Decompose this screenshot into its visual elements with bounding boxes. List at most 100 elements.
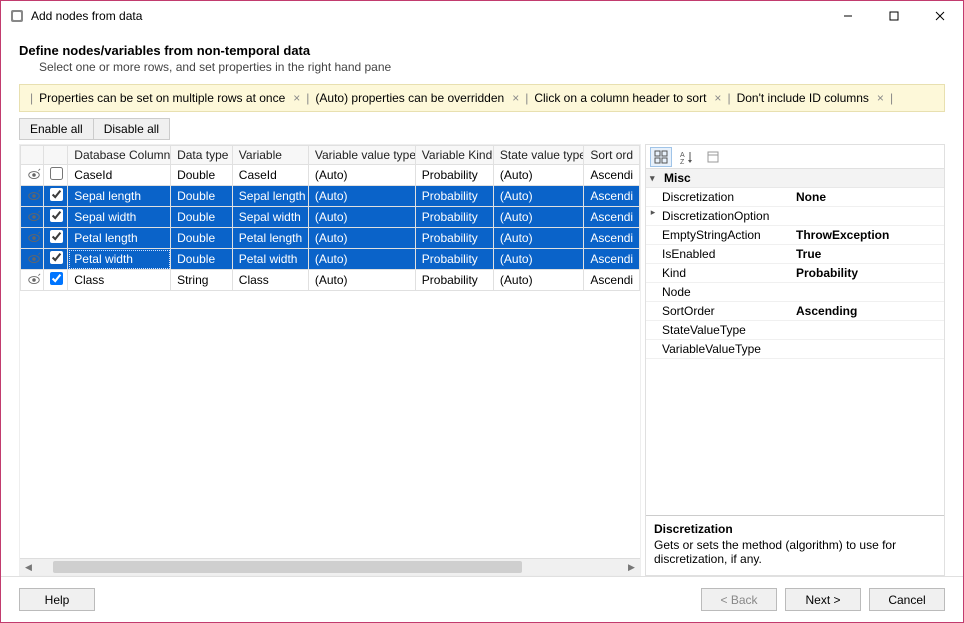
cell-variable-value-type[interactable]: (Auto) (308, 207, 415, 228)
property-value[interactable] (792, 321, 944, 339)
cell-variable[interactable]: Class (232, 270, 308, 291)
tip-close-icon[interactable]: × (293, 91, 300, 105)
cell-state-value-type[interactable]: (Auto) (493, 186, 583, 207)
row-checkbox[interactable] (50, 272, 63, 285)
grid-header-data-type[interactable]: Data type (171, 146, 233, 165)
cell-variable[interactable]: Sepal length (232, 186, 308, 207)
cell-variable-value-type[interactable]: (Auto) (308, 270, 415, 291)
grid-header-check[interactable] (43, 146, 68, 165)
row-eye-icon[interactable] (21, 207, 44, 228)
property-row[interactable]: KindProbability (646, 264, 944, 283)
property-row[interactable]: VariableValueType (646, 340, 944, 359)
cell-database-column[interactable]: CaseId (68, 165, 171, 186)
grid-header-variable-kind[interactable]: Variable Kind (415, 146, 493, 165)
property-row[interactable]: StateValueType (646, 321, 944, 340)
cell-data-type[interactable]: Double (171, 165, 233, 186)
cell-variable[interactable]: Petal width (232, 249, 308, 270)
table-row[interactable]: ClassStringClass(Auto)Probability(Auto)A… (21, 270, 640, 291)
property-value[interactable]: ThrowException (792, 226, 944, 244)
row-checkbox[interactable] (50, 251, 63, 264)
scroll-right-arrow[interactable]: ▶ (623, 559, 640, 576)
close-button[interactable] (917, 1, 963, 31)
property-category[interactable]: ▾ Misc (646, 169, 944, 188)
table-row[interactable]: Petal lengthDoublePetal length(Auto)Prob… (21, 228, 640, 249)
grid-header-database-column[interactable]: Database Column (68, 146, 171, 165)
cell-data-type[interactable]: Double (171, 207, 233, 228)
disable-all-button[interactable]: Disable all (94, 118, 170, 140)
row-eye-icon[interactable] (21, 228, 44, 249)
grid-header-variable[interactable]: Variable (232, 146, 308, 165)
cell-variable-value-type[interactable]: (Auto) (308, 228, 415, 249)
cell-variable-kind[interactable]: Probability (415, 249, 493, 270)
cell-variable-value-type[interactable]: (Auto) (308, 165, 415, 186)
row-checkbox[interactable] (50, 230, 63, 243)
property-value[interactable] (792, 207, 944, 225)
cell-state-value-type[interactable]: (Auto) (493, 207, 583, 228)
cell-database-column[interactable]: Class (68, 270, 171, 291)
cell-data-type[interactable]: Double (171, 186, 233, 207)
prop-pages-button[interactable] (702, 147, 724, 167)
grid-header-state-value-type[interactable]: State value type (493, 146, 583, 165)
cell-variable[interactable]: Petal length (232, 228, 308, 249)
cell-variable[interactable]: Sepal width (232, 207, 308, 228)
cell-database-column[interactable]: Petal width (68, 249, 171, 270)
row-eye-icon[interactable] (21, 270, 44, 291)
row-checkbox-cell[interactable] (43, 270, 68, 291)
cell-state-value-type[interactable]: (Auto) (493, 270, 583, 291)
row-checkbox[interactable] (50, 209, 63, 222)
property-value[interactable] (792, 283, 944, 301)
cell-data-type[interactable]: String (171, 270, 233, 291)
cell-data-type[interactable]: Double (171, 228, 233, 249)
cell-sort-order[interactable]: Ascendi (584, 249, 640, 270)
enable-all-button[interactable]: Enable all (19, 118, 94, 140)
tip-close-icon[interactable]: × (714, 91, 721, 105)
table-row[interactable]: Sepal widthDoubleSepal width(Auto)Probab… (21, 207, 640, 228)
property-row[interactable]: IsEnabledTrue (646, 245, 944, 264)
cell-variable-kind[interactable]: Probability (415, 207, 493, 228)
back-button[interactable]: < Back (701, 588, 777, 611)
cell-sort-order[interactable]: Ascendi (584, 165, 640, 186)
cell-variable[interactable]: CaseId (232, 165, 308, 186)
row-checkbox-cell[interactable] (43, 186, 68, 207)
row-checkbox[interactable] (50, 167, 63, 180)
cell-state-value-type[interactable]: (Auto) (493, 228, 583, 249)
property-value[interactable]: Ascending (792, 302, 944, 320)
cell-data-type[interactable]: Double (171, 249, 233, 270)
property-row[interactable]: DiscretizationNone (646, 188, 944, 207)
row-eye-icon[interactable] (21, 249, 44, 270)
expand-caret-icon[interactable]: ▸ (646, 207, 660, 225)
next-button[interactable]: Next > (785, 588, 861, 611)
cell-variable-kind[interactable]: Probability (415, 186, 493, 207)
property-row[interactable]: Node (646, 283, 944, 302)
scroll-thumb[interactable] (53, 561, 522, 573)
tip-close-icon[interactable]: × (512, 91, 519, 105)
table-row[interactable]: CaseIdDoubleCaseId(Auto)Probability(Auto… (21, 165, 640, 186)
row-checkbox-cell[interactable] (43, 228, 68, 249)
cancel-button[interactable]: Cancel (869, 588, 945, 611)
cell-state-value-type[interactable]: (Auto) (493, 249, 583, 270)
row-eye-icon[interactable] (21, 165, 44, 186)
row-eye-icon[interactable] (21, 186, 44, 207)
property-row[interactable]: ▸DiscretizationOption (646, 207, 944, 226)
prop-alphabetical-button[interactable]: AZ (676, 147, 698, 167)
property-value[interactable]: Probability (792, 264, 944, 282)
help-button[interactable]: Help (19, 588, 95, 611)
row-checkbox-cell[interactable] (43, 165, 68, 186)
cell-state-value-type[interactable]: (Auto) (493, 165, 583, 186)
grid-horizontal-scrollbar[interactable]: ◀ ▶ (20, 558, 640, 575)
tip-close-icon[interactable]: × (877, 91, 884, 105)
grid-header-sort-order[interactable]: Sort ord (584, 146, 640, 165)
prop-categorized-button[interactable] (650, 147, 672, 167)
property-value[interactable]: None (792, 188, 944, 206)
row-checkbox-cell[interactable] (43, 249, 68, 270)
cell-variable-value-type[interactable]: (Auto) (308, 249, 415, 270)
cell-sort-order[interactable]: Ascendi (584, 270, 640, 291)
minimize-button[interactable] (825, 1, 871, 31)
cell-variable-value-type[interactable]: (Auto) (308, 186, 415, 207)
property-value[interactable] (792, 340, 944, 358)
row-checkbox-cell[interactable] (43, 207, 68, 228)
property-row[interactable]: EmptyStringActionThrowException (646, 226, 944, 245)
cell-database-column[interactable]: Sepal width (68, 207, 171, 228)
grid-header-icon[interactable] (21, 146, 44, 165)
property-value[interactable]: True (792, 245, 944, 263)
